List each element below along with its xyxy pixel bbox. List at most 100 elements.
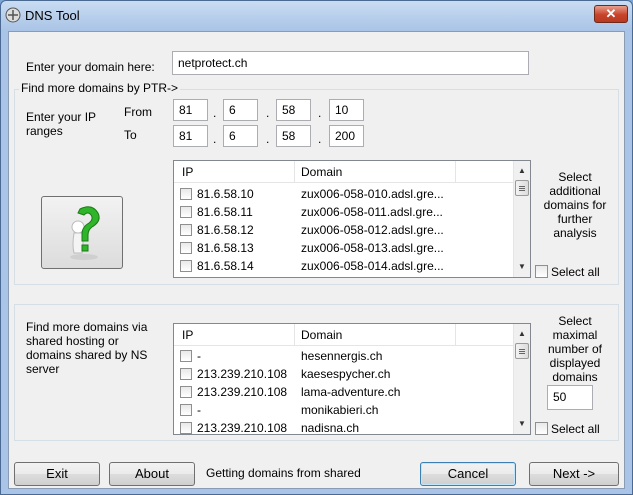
header-separator bbox=[455, 161, 456, 183]
list-item[interactable]: 81.6.58.11 zux006-058-011.adsl.gre... bbox=[174, 203, 514, 221]
from-dot-2: . bbox=[266, 106, 270, 120]
status-text: Getting domains from shared bbox=[206, 466, 361, 480]
grip-line bbox=[519, 351, 525, 352]
row-ip: 81.6.58.13 bbox=[197, 241, 254, 255]
header-separator bbox=[455, 324, 456, 346]
ptr-list-scrollbar[interactable]: ▲ ▼ bbox=[513, 161, 530, 277]
scroll-thumb[interactable] bbox=[515, 180, 529, 196]
row-domain: kaesespycher.ch bbox=[301, 367, 391, 381]
cancel-button[interactable]: Cancel bbox=[420, 462, 516, 486]
from-dot-1: . bbox=[213, 106, 217, 120]
row-domain: zux006-058-011.adsl.gre... bbox=[301, 205, 443, 219]
header-separator bbox=[294, 324, 295, 346]
question-man-icon bbox=[70, 206, 100, 260]
next-button[interactable]: Next -> bbox=[529, 462, 619, 486]
title-bar[interactable]: DNS Tool ✕ bbox=[1, 1, 632, 31]
row-ip: 81.6.58.14 bbox=[197, 259, 254, 273]
row-ip: - bbox=[197, 403, 201, 417]
grip-line bbox=[519, 353, 525, 354]
row-checkbox[interactable] bbox=[180, 350, 192, 362]
list-item[interactable]: 81.6.58.10 zux006-058-010.adsl.gre... bbox=[174, 185, 514, 203]
from-label: From bbox=[124, 105, 152, 119]
scroll-up-icon[interactable]: ▲ bbox=[514, 163, 530, 179]
ip-range-label: Enter your IP ranges bbox=[26, 110, 96, 138]
row-ip: 81.6.58.11 bbox=[197, 205, 253, 219]
row-domain: zux006-058-012.adsl.gre... bbox=[301, 223, 444, 237]
row-checkbox[interactable] bbox=[180, 422, 192, 434]
row-ip: 213.239.210.108 bbox=[197, 421, 288, 435]
ptr-col-ip[interactable]: IP bbox=[182, 165, 193, 179]
shared-domain-list[interactable]: IP Domain - hesennergis.ch 213.239.210.1… bbox=[173, 323, 531, 435]
row-checkbox[interactable] bbox=[180, 386, 192, 398]
row-checkbox[interactable] bbox=[180, 242, 192, 254]
header-separator bbox=[294, 161, 295, 183]
scroll-down-icon[interactable]: ▼ bbox=[514, 259, 530, 275]
to-dot-1: . bbox=[213, 132, 217, 146]
list-item[interactable]: - hesennergis.ch bbox=[174, 347, 514, 365]
from-ip-octet-3[interactable]: 58 bbox=[276, 99, 311, 121]
ptr-domain-list[interactable]: IP Domain 81.6.58.10 zux006-058-010.adsl… bbox=[173, 160, 531, 278]
grip-line bbox=[519, 186, 525, 187]
dns-tool-window: DNS Tool ✕ Enter your domain here: netpr… bbox=[0, 0, 633, 495]
list-item[interactable]: 81.6.58.13 zux006-058-013.adsl.gre... bbox=[174, 239, 514, 257]
row-checkbox[interactable] bbox=[180, 260, 192, 272]
shared-label: Find more domains via shared hosting or … bbox=[26, 320, 148, 376]
row-domain: zux006-058-010.adsl.gre... bbox=[301, 187, 444, 201]
help-image-button[interactable] bbox=[41, 196, 123, 269]
shared-list-header: IP Domain bbox=[174, 324, 530, 346]
row-domain: zux006-058-014.adsl.gre... bbox=[301, 259, 444, 273]
to-dot-2: . bbox=[266, 132, 270, 146]
shared-list-scrollbar[interactable]: ▲ ▼ bbox=[513, 324, 530, 434]
max-domains-label: Select maximal number of displayed domai… bbox=[547, 314, 603, 384]
row-checkbox[interactable] bbox=[180, 188, 192, 200]
row-domain: zux006-058-013.adsl.gre... bbox=[301, 241, 444, 255]
row-domain: monikabieri.ch bbox=[301, 403, 379, 417]
from-ip-octet-2[interactable]: 6 bbox=[223, 99, 258, 121]
row-domain: hesennergis.ch bbox=[301, 349, 383, 363]
close-button[interactable]: ✕ bbox=[594, 5, 628, 23]
window-title: DNS Tool bbox=[25, 8, 80, 23]
scroll-down-icon[interactable]: ▼ bbox=[514, 416, 530, 432]
exit-button[interactable]: Exit bbox=[14, 462, 100, 486]
ptr-group-title: Find more domains by PTR-> bbox=[19, 81, 181, 95]
ptr-side-label: Select additional domains for further an… bbox=[543, 170, 607, 240]
scroll-thumb[interactable] bbox=[515, 343, 529, 359]
row-domain: lama-adventure.ch bbox=[301, 385, 401, 399]
shared-select-all-checkbox[interactable] bbox=[535, 422, 548, 435]
row-ip: 81.6.58.12 bbox=[197, 223, 254, 237]
to-ip-octet-2[interactable]: 6 bbox=[223, 125, 258, 147]
row-domain: nadisna.ch bbox=[301, 421, 360, 435]
row-checkbox[interactable] bbox=[180, 206, 192, 218]
list-item[interactable]: 81.6.58.12 zux006-058-012.adsl.gre... bbox=[174, 221, 514, 239]
about-button[interactable]: About bbox=[109, 462, 195, 486]
to-ip-octet-4[interactable]: 200 bbox=[329, 125, 364, 147]
from-ip-octet-1[interactable]: 81 bbox=[173, 99, 208, 121]
to-ip-octet-3[interactable]: 58 bbox=[276, 125, 311, 147]
row-ip: 213.239.210.108 bbox=[197, 367, 288, 381]
list-item[interactable]: 213.239.210.108 kaesespycher.ch bbox=[174, 365, 514, 383]
scroll-up-icon[interactable]: ▲ bbox=[514, 326, 530, 342]
from-ip-octet-4[interactable]: 10 bbox=[329, 99, 364, 121]
grip-line bbox=[519, 190, 525, 191]
ptr-select-all-label[interactable]: Select all bbox=[551, 265, 600, 279]
ptr-col-domain[interactable]: Domain bbox=[301, 165, 342, 179]
domain-label: Enter your domain here: bbox=[26, 60, 155, 74]
to-ip-octet-1[interactable]: 81 bbox=[173, 125, 208, 147]
to-dot-3: . bbox=[318, 132, 322, 146]
ptr-select-all-checkbox[interactable] bbox=[535, 265, 548, 278]
list-item[interactable]: 213.239.210.108 nadisna.ch bbox=[174, 419, 514, 435]
app-icon bbox=[5, 7, 21, 23]
shared-select-all-label[interactable]: Select all bbox=[551, 422, 600, 436]
max-domains-input[interactable]: 50 bbox=[547, 385, 593, 410]
list-item[interactable]: - monikabieri.ch bbox=[174, 401, 514, 419]
row-checkbox[interactable] bbox=[180, 404, 192, 416]
row-checkbox[interactable] bbox=[180, 368, 192, 380]
shared-col-domain[interactable]: Domain bbox=[301, 328, 342, 342]
from-dot-3: . bbox=[318, 106, 322, 120]
list-item[interactable]: 81.6.58.14 zux006-058-014.adsl.gre... bbox=[174, 257, 514, 275]
shared-col-ip[interactable]: IP bbox=[182, 328, 193, 342]
list-item[interactable]: 213.239.210.108 lama-adventure.ch bbox=[174, 383, 514, 401]
row-checkbox[interactable] bbox=[180, 224, 192, 236]
row-ip: 81.6.58.10 bbox=[197, 187, 254, 201]
domain-input[interactable]: netprotect.ch bbox=[172, 51, 529, 75]
